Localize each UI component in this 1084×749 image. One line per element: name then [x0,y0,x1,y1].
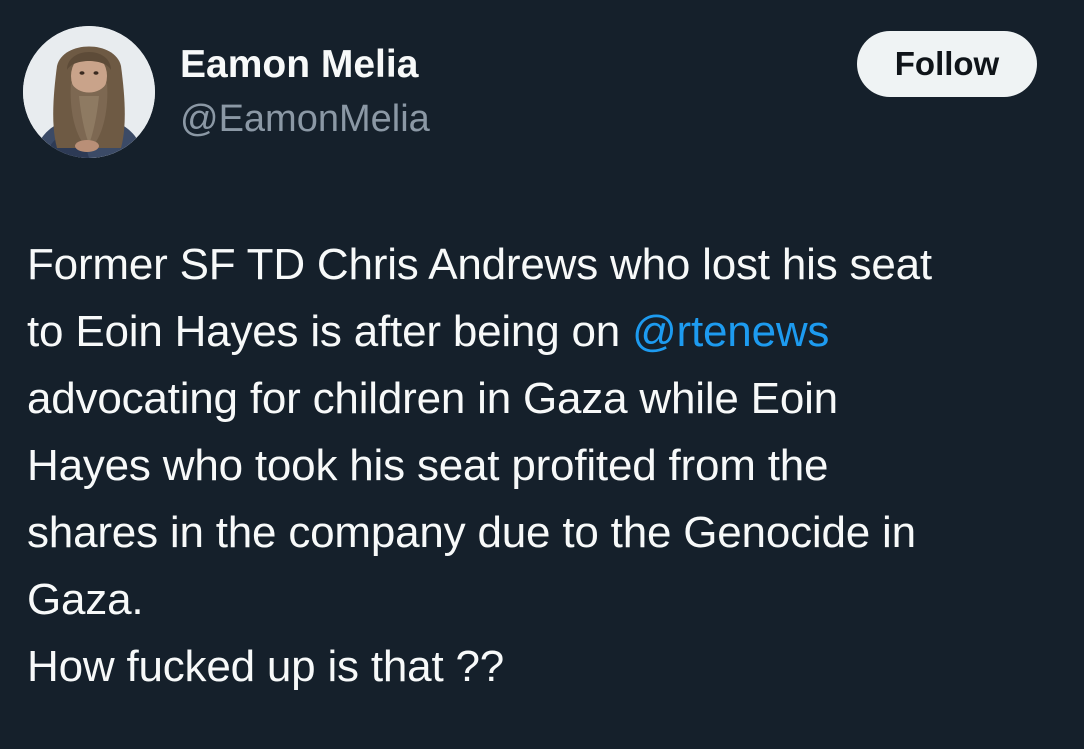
tweet-text-line: to Eoin Hayes is after being on @rtenews [27,298,1072,365]
tweet-text: Former SF TD Chris Andrews who lost his … [27,231,1072,700]
avatar[interactable] [23,26,155,158]
tweet-card: Eamon Melia @EamonMelia Follow Former SF… [0,0,1084,749]
tweet-text-segment: How fucked up is that ?? [27,642,505,691]
tweet-text-segment: Hayes who took his seat profited from th… [27,441,829,490]
tweet-text-segment: Former SF TD Chris Andrews who lost his … [27,240,932,289]
user-avatar-icon [23,26,155,158]
mention-link[interactable]: @rtenews [632,307,829,356]
tweet-text-segment: to Eoin Hayes is after being on [27,307,633,356]
tweet-text-segment: Gaza. [27,575,144,624]
tweet-text-line: Hayes who took his seat profited from th… [27,432,1072,499]
tweet-text-segment: advocating for children in Gaza while Eo… [27,374,838,423]
tweet-text-line: shares in the company due to the Genocid… [27,499,1072,566]
tweet-text-line: How fucked up is that ?? [27,633,1072,700]
tweet-text-line: advocating for children in Gaza while Eo… [27,365,1072,432]
author-handle[interactable]: @EamonMelia [180,96,430,142]
follow-button[interactable]: Follow [857,31,1037,97]
tweet-text-segment: shares in the company due to the Genocid… [27,508,916,557]
tweet-text-line: Gaza. [27,566,1072,633]
tweet-text-line: Former SF TD Chris Andrews who lost his … [27,231,1072,298]
author-display-name[interactable]: Eamon Melia [180,42,418,88]
